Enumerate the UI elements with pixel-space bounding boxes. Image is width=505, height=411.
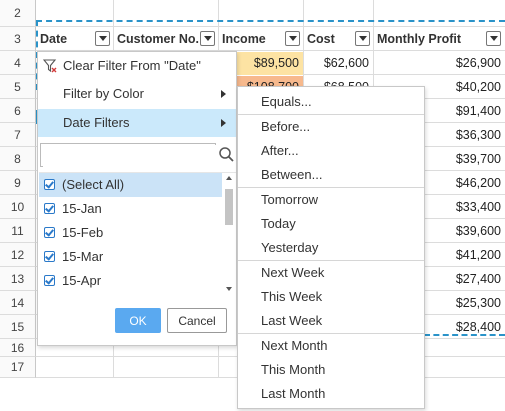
- list-scrollbar[interactable]: [223, 173, 235, 297]
- menu-item-label: Yesterday: [261, 240, 319, 255]
- copy-marquee-bottom: [424, 334, 505, 336]
- menu-item-label: Next Month: [261, 338, 328, 353]
- menu-item-label: Between...: [261, 167, 323, 182]
- row-header[interactable]: 6: [0, 99, 36, 123]
- search-input[interactable]: [43, 145, 217, 167]
- search-icon[interactable]: [218, 146, 236, 164]
- list-item[interactable]: 15-Jan: [39, 197, 222, 221]
- row-header[interactable]: 13: [0, 267, 36, 291]
- clear-filter-icon: [43, 59, 57, 73]
- checkbox-checked-icon[interactable]: [44, 203, 55, 214]
- menu-item-label: Last Month: [261, 386, 326, 401]
- row-header[interactable]: 17: [0, 357, 36, 378]
- menu-item-label: Before...: [261, 119, 311, 134]
- header-cost-label: Cost: [307, 32, 335, 46]
- cost-cell[interactable]: $62,600: [304, 52, 373, 75]
- profit-filter-dropdown-icon[interactable]: [486, 31, 501, 46]
- header-customer-label: Customer No.: [117, 32, 199, 46]
- menu-item-next-week[interactable]: Next Week: [238, 261, 424, 285]
- header-customer: Customer No.: [114, 27, 218, 51]
- list-item-label: 15-Apr: [62, 273, 102, 288]
- menu-item-this-week[interactable]: This Week: [238, 285, 424, 309]
- list-item[interactable]: 15-Feb: [39, 221, 222, 245]
- copy-marquee-top: [36, 20, 505, 22]
- profit-cell[interactable]: $26,900: [374, 52, 505, 75]
- list-item[interactable]: (Select All): [39, 173, 222, 197]
- header-income: Income: [219, 27, 303, 51]
- header-profit: Monthly Profit: [374, 27, 505, 51]
- checkbox-checked-icon[interactable]: [44, 227, 55, 238]
- date-filter-dropdown-icon[interactable]: [95, 31, 110, 46]
- filter-by-color-item[interactable]: Filter by Color: [38, 80, 236, 108]
- menu-item-label: Equals...: [261, 94, 312, 109]
- header-cost: Cost: [304, 27, 373, 51]
- menu-item-label: Last Week: [261, 313, 323, 328]
- scroll-up-icon[interactable]: [226, 176, 232, 180]
- checkbox-checked-icon[interactable]: [44, 251, 55, 262]
- list-item[interactable]: 15-Apr: [39, 269, 222, 293]
- menu-item-tomorrow[interactable]: Tomorrow: [238, 188, 424, 212]
- row-header[interactable]: 3: [0, 27, 36, 51]
- row-header[interactable]: 2: [0, 0, 36, 27]
- menu-item-this-month[interactable]: This Month: [238, 358, 424, 382]
- cost-filter-dropdown-icon[interactable]: [355, 31, 370, 46]
- menu-item-last-week[interactable]: Last Week: [238, 309, 424, 333]
- row-header[interactable]: 10: [0, 195, 36, 219]
- menu-item-before[interactable]: Before...: [238, 115, 424, 139]
- menu-item-last-month[interactable]: Last Month: [238, 382, 424, 406]
- menu-item-label: Tomorrow: [261, 192, 319, 207]
- chevron-right-icon: [221, 90, 226, 98]
- row-header[interactable]: 5: [0, 75, 36, 99]
- row-header[interactable]: 15: [0, 315, 36, 339]
- menu-item-after[interactable]: After...: [238, 139, 424, 163]
- date-filters-submenu: Equals... Before... After... Between... …: [237, 86, 425, 409]
- filter-by-color-label: Filter by Color: [63, 86, 144, 101]
- row-header[interactable]: 4: [0, 51, 36, 75]
- row-header[interactable]: 11: [0, 219, 36, 243]
- row-header[interactable]: 16: [0, 339, 36, 357]
- menu-item-label: After...: [261, 143, 299, 158]
- menu-item-next-month[interactable]: Next Month: [238, 334, 424, 358]
- search-field[interactable]: [40, 143, 217, 167]
- menu-item-equals[interactable]: Equals...: [238, 90, 424, 114]
- checkbox-checked-icon[interactable]: [44, 275, 55, 286]
- clear-filter-item[interactable]: Clear Filter From "Date": [38, 52, 236, 80]
- header-income-label: Income: [222, 32, 266, 46]
- list-item-label: (Select All): [62, 177, 125, 192]
- clear-filter-label: Clear Filter From "Date": [63, 58, 201, 73]
- income-filter-dropdown-icon[interactable]: [285, 31, 300, 46]
- row-header[interactable]: 14: [0, 291, 36, 315]
- chevron-right-icon: [221, 119, 226, 127]
- date-filters-item[interactable]: Date Filters: [38, 109, 236, 137]
- cancel-button[interactable]: Cancel: [167, 308, 227, 333]
- header-date-label: Date: [40, 32, 68, 46]
- menu-item-between[interactable]: Between...: [238, 163, 424, 187]
- row-header[interactable]: 12: [0, 243, 36, 267]
- menu-item-today[interactable]: Today: [238, 212, 424, 236]
- menu-item-yesterday[interactable]: Yesterday: [238, 236, 424, 260]
- row-header[interactable]: 8: [0, 147, 36, 171]
- header-date: Date: [37, 27, 113, 51]
- scroll-down-icon[interactable]: [226, 287, 232, 291]
- row-header[interactable]: 7: [0, 123, 36, 147]
- list-item-label: 15-Jan: [62, 201, 102, 216]
- filter-panel: Clear Filter From "Date" Filter by Color…: [37, 51, 237, 346]
- list-item-label: 15-Feb: [62, 225, 104, 240]
- list-item[interactable]: 15-Mar: [39, 245, 222, 269]
- row-header[interactable]: 9: [0, 171, 36, 195]
- scroll-thumb[interactable]: [225, 189, 233, 225]
- date-filters-label: Date Filters: [63, 115, 130, 130]
- menu-item-label: Next Week: [261, 265, 325, 280]
- list-item-label: 15-Mar: [62, 249, 104, 264]
- menu-item-label: This Month: [261, 362, 326, 377]
- customer-filter-dropdown-icon[interactable]: [200, 31, 215, 46]
- header-profit-label: Monthly Profit: [377, 32, 462, 46]
- value-list: (Select All) 15-Jan 15-Feb 15-Mar 15-Apr: [39, 172, 236, 297]
- menu-item-label: This Week: [261, 289, 323, 304]
- sheet-row: [36, 0, 505, 27]
- checkbox-checked-icon[interactable]: [44, 179, 55, 190]
- ok-button[interactable]: OK: [115, 308, 161, 333]
- menu-item-label: Today: [261, 216, 296, 231]
